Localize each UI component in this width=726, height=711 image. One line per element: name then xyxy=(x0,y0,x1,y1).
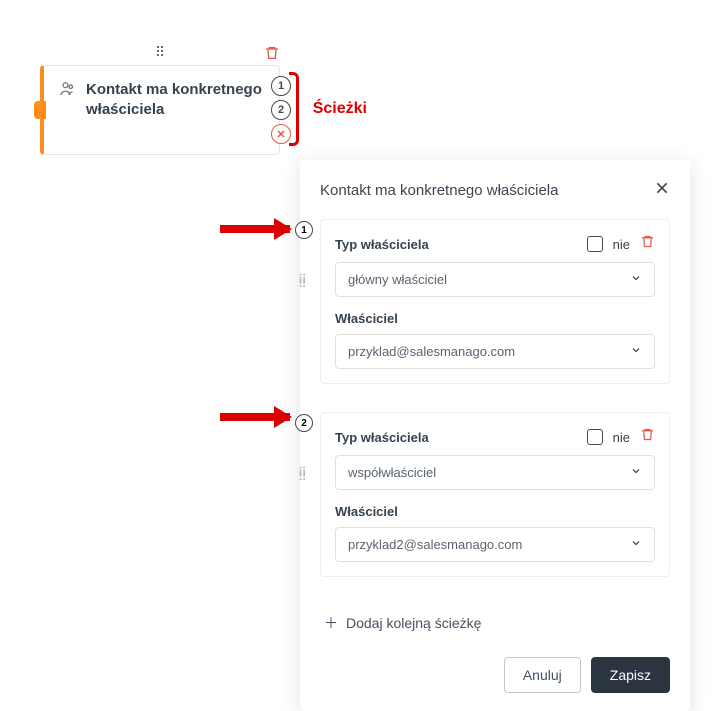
negate-label: nie xyxy=(613,430,630,445)
owner-label: Właściciel xyxy=(335,311,655,326)
owner-type-label: Typ właściciela xyxy=(335,237,429,252)
owner-type-value: współwłaściciel xyxy=(348,465,436,480)
annotation-bracket xyxy=(289,72,299,146)
owner-value: przyklad@salesmanago.com xyxy=(348,344,515,359)
delete-path-button[interactable] xyxy=(640,234,655,254)
path-output-else[interactable]: ✕ xyxy=(271,124,291,144)
chevron-down-icon xyxy=(630,344,642,359)
delete-node-button[interactable] xyxy=(264,45,280,61)
path-number-badge: 1 xyxy=(295,221,313,239)
negate-checkbox[interactable] xyxy=(587,236,603,252)
plus-icon: ＋ xyxy=(324,613,338,633)
owner-type-value: główny właściciel xyxy=(348,272,447,287)
path-drag-handle[interactable]: ⠿⠿ xyxy=(298,277,308,287)
owner-type-select[interactable]: główny właściciel xyxy=(335,262,655,297)
path-output-2[interactable]: 2 xyxy=(271,100,291,120)
add-path-button[interactable]: ＋ Dodaj kolejną ścieżkę xyxy=(320,605,670,641)
drag-handle-icon[interactable]: ⠿ xyxy=(155,44,167,61)
owner-type-label: Typ właściciela xyxy=(335,430,429,445)
annotation-arrow-2 xyxy=(220,413,290,421)
annotation-arrow-1 xyxy=(220,225,290,233)
path-number-badge: 2 xyxy=(295,414,313,432)
delete-path-button[interactable] xyxy=(640,427,655,447)
node-toolbar: ⠿ xyxy=(40,40,280,65)
owner-select[interactable]: przyklad@salesmanago.com xyxy=(335,334,655,369)
path-block-1: 1 ⠿⠿ Typ właściciela nie główny właścici… xyxy=(320,219,670,384)
workflow-node: ⠿ Kontakt ma konkretnego właściciela 1 2… xyxy=(40,40,280,155)
owner-select[interactable]: przyklad2@salesmanago.com xyxy=(335,527,655,562)
chevron-down-icon xyxy=(630,465,642,480)
node-title: Kontakt ma konkretnego właściciela xyxy=(86,80,265,119)
owner-value: przyklad2@salesmanago.com xyxy=(348,537,522,552)
node-card[interactable]: Kontakt ma konkretnego właściciela 1 2 ✕… xyxy=(40,65,280,155)
node-input-handle[interactable] xyxy=(34,101,46,119)
path-config-box: Typ właściciela nie współwłaściciel Właś… xyxy=(320,412,670,577)
person-icon xyxy=(58,80,76,103)
close-button[interactable] xyxy=(654,180,670,201)
annotation-paths-label: Ścieżki xyxy=(313,100,367,118)
save-button[interactable]: Zapisz xyxy=(591,657,670,693)
path-output-1[interactable]: 1 xyxy=(271,76,291,96)
chevron-down-icon xyxy=(630,537,642,552)
negate-label: nie xyxy=(613,237,630,252)
path-drag-handle[interactable]: ⠿⠿ xyxy=(298,470,308,480)
owner-label: Właściciel xyxy=(335,504,655,519)
add-path-label: Dodaj kolejną ścieżkę xyxy=(346,615,481,631)
owner-type-select[interactable]: współwłaściciel xyxy=(335,455,655,490)
chevron-down-icon xyxy=(630,272,642,287)
node-output-paths: 1 2 ✕ xyxy=(271,76,291,144)
path-config-box: Typ właściciela nie główny właściciel Wł… xyxy=(320,219,670,384)
config-panel: Kontakt ma konkretnego właściciela 1 ⠿⠿ … xyxy=(300,160,690,711)
panel-header: Kontakt ma konkretnego właściciela xyxy=(320,180,670,201)
cancel-button[interactable]: Anuluj xyxy=(504,657,581,693)
negate-checkbox[interactable] xyxy=(587,429,603,445)
panel-footer: Anuluj Zapisz xyxy=(320,657,670,693)
panel-title: Kontakt ma konkretnego właściciela xyxy=(320,182,558,199)
path-block-2: 2 ⠿⠿ Typ właściciela nie współwłaściciel xyxy=(320,412,670,577)
